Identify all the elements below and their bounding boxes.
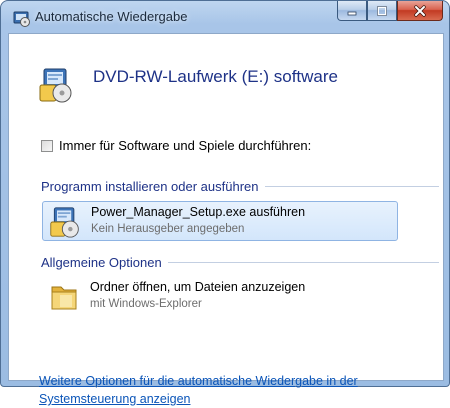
maximize-icon <box>377 5 387 16</box>
section-divider <box>167 261 439 263</box>
run-setup-title: Power_Manager_Setup.exe ausführen <box>91 205 306 219</box>
setup-icon <box>39 68 72 103</box>
more-options-link[interactable]: Weitere Optionen für die automatische Wi… <box>39 372 419 408</box>
open-folder-title: Ordner öffnen, um Dateien anzuzeigen <box>90 280 306 294</box>
open-folder-subtitle: mit Windows-Explorer <box>90 298 202 310</box>
title-bar[interactable]: Automatische Wiedergabe <box>1 1 449 33</box>
autoplay-icon <box>13 11 30 27</box>
always-checkbox-row[interactable]: Immer für Software und Spiele durchführe… <box>41 138 311 153</box>
section-install-heading: Programm installieren oder ausführen <box>41 178 259 194</box>
maximize-button[interactable] <box>367 1 397 21</box>
run-setup-subtitle: Kein Herausgeber angegeben <box>91 223 245 235</box>
autoplay-window: Automatische Wiedergabe DVD-RW-Laufwerk … <box>0 0 450 406</box>
section-general: Allgemeine Optionen <box>41 254 439 270</box>
open-folder-option[interactable]: Ordner öffnen, um Dateien anzuzeigen mit… <box>42 277 398 317</box>
run-setup-option[interactable]: Power_Manager_Setup.exe ausführen Kein H… <box>42 201 398 241</box>
window-title: Automatische Wiedergabe <box>35 9 188 24</box>
close-icon <box>414 4 426 17</box>
folder-icon <box>51 286 77 310</box>
minimize-button[interactable] <box>337 1 367 21</box>
minimize-icon <box>347 11 357 15</box>
dialog-content: DVD-RW-Laufwerk (E:) software Immer für … <box>8 33 444 406</box>
section-divider <box>264 185 439 187</box>
close-button[interactable] <box>397 1 443 21</box>
always-checkbox-label[interactable]: Immer für Software und Spiele durchführe… <box>59 138 311 153</box>
always-checkbox[interactable] <box>41 139 53 152</box>
section-general-heading: Allgemeine Optionen <box>41 254 162 270</box>
section-install: Programm installieren oder ausführen <box>41 178 439 194</box>
setup-icon <box>50 207 79 238</box>
device-title: DVD-RW-Laufwerk (E:) software <box>93 67 338 86</box>
caption-buttons <box>337 1 443 21</box>
